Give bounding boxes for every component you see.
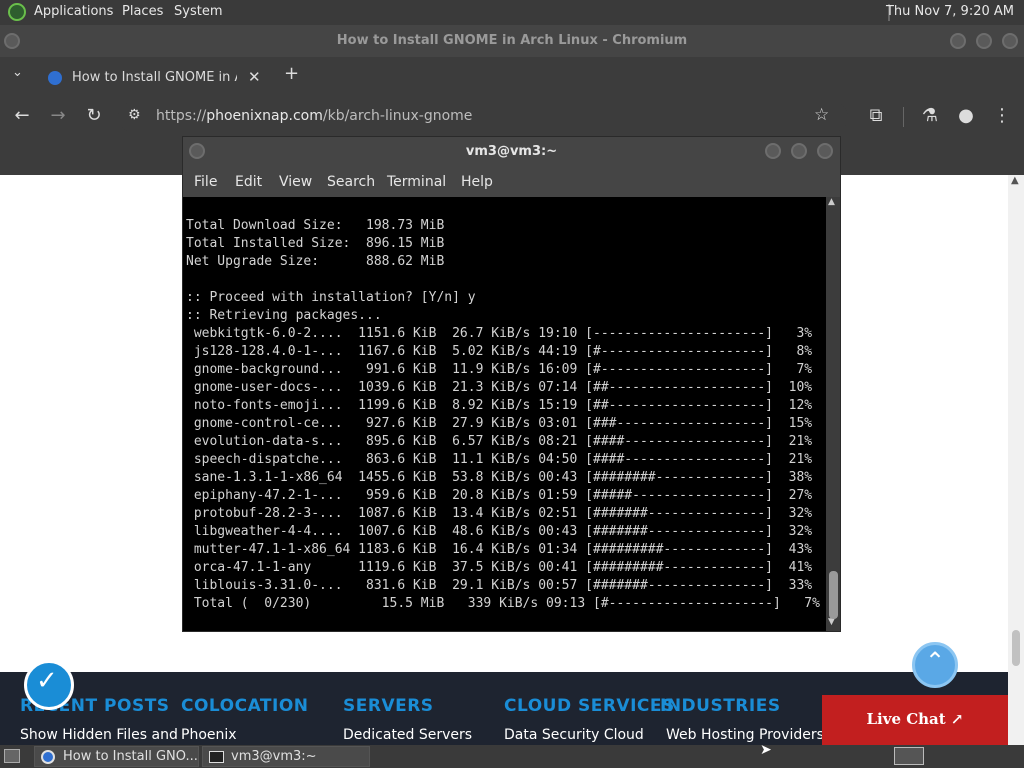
gnome-foot-icon[interactable] <box>8 3 26 21</box>
terminal-line: :: Retrieving packages... <box>186 308 382 323</box>
terminal-line: libgweather-4-4.... 1007.6 KiB 48.6 KiB/… <box>186 524 813 539</box>
terminal-scrollbar[interactable]: ▲ ▼ <box>826 197 840 631</box>
back-icon[interactable]: ← <box>10 105 34 126</box>
footer-link-dedicated-servers[interactable]: Dedicated Servers <box>343 727 472 743</box>
menu-terminal[interactable]: Terminal <box>387 174 446 190</box>
terminal-maximize-button[interactable] <box>791 143 807 159</box>
reload-icon[interactable]: ↻ <box>82 105 106 126</box>
terminal-line: sane-1.3.1-1-x86_64 1455.6 KiB 53.8 KiB/… <box>186 470 813 485</box>
close-button[interactable] <box>1002 33 1018 49</box>
url-text[interactable]: https://phoenixnap.com/kb/arch-linux-gno… <box>156 108 472 124</box>
terminal-line: gnome-control-ce... 927.6 KiB 27.9 KiB/s… <box>186 416 813 431</box>
new-tab-icon[interactable]: + <box>284 63 299 84</box>
terminal-window[interactable]: vm3@vm3:~ File Edit View Search Terminal… <box>182 136 841 632</box>
terminal-line: gnome-user-docs-... 1039.6 KiB 21.3 KiB/… <box>186 380 813 395</box>
show-desktop-icon[interactable] <box>4 749 20 763</box>
labs-flask-icon[interactable]: ⚗ <box>918 105 942 126</box>
top-panel: Applications Places System Thu Nov 7, 9:… <box>0 0 1024 25</box>
bottom-taskbar: How to Install GNO... vm3@vm3:~ ➤ <box>0 742 1024 768</box>
footer-title-industries: INDUSTRIES <box>660 696 781 716</box>
tab-close-icon[interactable]: ✕ <box>248 68 261 86</box>
site-info-icon[interactable]: ⚙ <box>128 107 141 123</box>
terminal-titlebar[interactable]: vm3@vm3:~ <box>183 137 840 167</box>
extensions-icon[interactable]: ⧉ <box>864 105 888 126</box>
menu-help[interactable]: Help <box>461 174 493 190</box>
tab-search-chevron-icon[interactable]: ⌄ <box>12 65 23 80</box>
task-terminal-label: vm3@vm3:~ <box>231 749 317 764</box>
menu-view[interactable]: View <box>279 174 312 190</box>
menu-edit[interactable]: Edit <box>235 174 262 190</box>
terminal-title: vm3@vm3:~ <box>465 144 558 159</box>
tab-title: How to Install GNOME in Arc <box>72 70 237 85</box>
terminal-scroll-up-icon[interactable]: ▲ <box>828 197 835 207</box>
system-menu[interactable]: System <box>174 4 222 19</box>
terminal-line: js128-128.4.0-1-... 1167.6 KiB 5.02 KiB/… <box>186 344 813 359</box>
terminal-line: evolution-data-s... 895.6 KiB 6.57 KiB/s… <box>186 434 813 449</box>
bookmark-star-icon[interactable]: ☆ <box>814 105 829 125</box>
applications-menu[interactable]: Applications <box>34 4 113 19</box>
minimize-button[interactable] <box>950 33 966 49</box>
footer-link-web-hosting[interactable]: Web Hosting Providers <box>666 727 824 743</box>
task-terminal[interactable]: vm3@vm3:~ <box>202 746 370 767</box>
footer-link-hidden-files[interactable]: Show Hidden Files and <box>20 727 178 743</box>
terminal-menubar: File Edit View Search Terminal Help <box>183 167 840 197</box>
places-menu[interactable]: Places <box>122 4 163 19</box>
terminal-output[interactable]: Total Download Size: 198.73 MiB Total Ins… <box>183 197 826 631</box>
footer-link-data-security-cloud[interactable]: Data Security Cloud <box>504 727 644 743</box>
terminal-line: :: Proceed with installation? [Y/n] y <box>186 290 476 305</box>
terminal-minimize-button[interactable] <box>765 143 781 159</box>
terminal-line: liblouis-3.31.0-... 831.6 KiB 29.1 KiB/s… <box>186 578 813 593</box>
terminal-window-menu-button[interactable] <box>189 143 205 159</box>
mouse-cursor-icon: ➤ <box>760 742 772 758</box>
footer-link-phoenix[interactable]: Phoenix <box>181 727 237 743</box>
forward-icon[interactable]: → <box>46 105 70 126</box>
workspace-switcher-icon[interactable] <box>894 747 924 765</box>
terminal-line: speech-dispatche... 863.6 KiB 11.1 KiB/s… <box>186 452 813 467</box>
menu-search[interactable]: Search <box>327 174 375 190</box>
more-menu-icon[interactable]: ⋮ <box>990 105 1014 126</box>
terminal-line: Total Download Size: 198.73 MiB <box>186 218 445 233</box>
favicon-icon <box>48 71 62 85</box>
terminal-line: Total Installed Size: 896.15 MiB <box>186 236 445 251</box>
terminal-line: mutter-47.1-1-x86_64 1183.6 KiB 16.4 KiB… <box>186 542 813 557</box>
terminal-icon <box>209 751 224 763</box>
terminal-line: protobuf-28.2-3-... 1087.6 KiB 13.4 KiB/… <box>186 506 813 521</box>
toolbar-separator <box>903 107 904 127</box>
address-bar[interactable]: ⚙ https://phoenixnap.com/kb/arch-linux-g… <box>118 102 848 132</box>
tab-strip: ⌄ How to Install GNOME in Arc ✕ + <box>0 57 1024 93</box>
terminal-line: gnome-background... 991.6 KiB 11.9 KiB/s… <box>186 362 813 377</box>
scroll-up-icon[interactable]: ▲ <box>1011 175 1019 186</box>
phoenixnap-logo-icon[interactable]: ✓ <box>24 660 74 710</box>
browser-titlebar[interactable]: How to Install GNOME in Arch Linux - Chr… <box>0 25 1024 57</box>
menu-file[interactable]: File <box>194 174 217 190</box>
footer-title-servers: SERVERS <box>343 696 434 716</box>
terminal-line: Total ( 0/230) 15.5 MiB 339 KiB/s 09:13 … <box>186 596 820 611</box>
terminal-line: noto-fonts-emoji... 1199.6 KiB 8.92 KiB/… <box>186 398 813 413</box>
terminal-line: orca-47.1-1-any 1119.6 KiB 37.5 KiB/s 00… <box>186 560 813 575</box>
task-chromium-label: How to Install GNO... <box>63 749 198 764</box>
terminal-line: Net Upgrade Size: 888.62 MiB <box>186 254 445 269</box>
task-chromium[interactable]: How to Install GNO... <box>34 746 199 767</box>
footer-title-cloud-services: CLOUD SERVICES <box>504 696 675 716</box>
page-scrollbar-thumb[interactable] <box>1012 630 1020 666</box>
live-chat-button[interactable]: Live Chat ↗ <box>822 695 1008 745</box>
chromium-icon <box>41 750 55 764</box>
window-title: How to Install GNOME in Arch Linux - Chr… <box>336 33 688 48</box>
terminal-line: webkitgtk-6.0-2.... 1151.6 KiB 26.7 KiB/… <box>186 326 813 341</box>
maximize-button[interactable] <box>976 33 992 49</box>
footer-title-colocation: COLOCATION <box>181 696 309 716</box>
clock[interactable]: Thu Nov 7, 9:20 AM <box>886 4 1014 19</box>
tab-active[interactable]: How to Install GNOME in Arc ✕ <box>36 61 268 93</box>
terminal-line: epiphany-47.2-1-... 959.6 KiB 20.8 KiB/s… <box>186 488 813 503</box>
scroll-to-top-icon[interactable]: ⌃ <box>912 642 958 688</box>
terminal-scrollbar-thumb[interactable] <box>829 571 838 619</box>
profile-icon[interactable]: ● <box>954 105 978 126</box>
terminal-close-button[interactable] <box>817 143 833 159</box>
